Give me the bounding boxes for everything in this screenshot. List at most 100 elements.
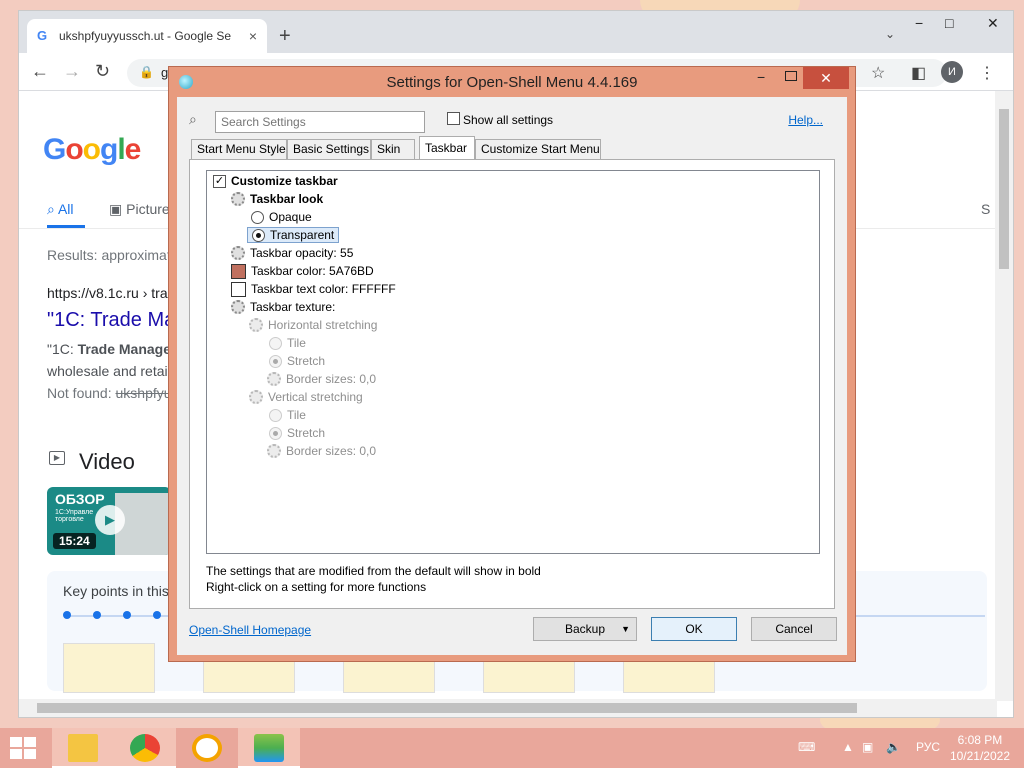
tree-row-opaque[interactable]: Opaque: [251, 208, 312, 226]
forward-arrow-icon[interactable]: →: [63, 61, 81, 82]
tree-row-horizontal-stretching[interactable]: Horizontal stretching: [249, 316, 377, 334]
tab-skin[interactable]: Skin: [371, 139, 415, 159]
profile-avatar[interactable]: И: [941, 61, 963, 83]
open-shell-homepage-link[interactable]: Open-Shell Homepage: [189, 623, 311, 637]
vertical-scroll-thumb[interactable]: [999, 109, 1009, 269]
tree-row-vertical-stretching[interactable]: Vertical stretching: [249, 388, 363, 406]
bookmark-star-icon[interactable]: ☆: [871, 63, 885, 83]
key-point-marker[interactable]: [153, 611, 161, 619]
taskbar-chrome[interactable]: [114, 728, 176, 768]
tab-taskbar[interactable]: Taskbar: [419, 136, 475, 160]
transparent-radio[interactable]: [252, 228, 265, 242]
dialog-minimize-button[interactable]: −: [757, 69, 765, 85]
h-stretch-radio[interactable]: [269, 354, 282, 368]
volume-icon[interactable]: 🔈: [886, 740, 901, 754]
video-thumb-title: ОБЗОР: [55, 491, 105, 507]
horizontal-scroll-thumb[interactable]: [37, 703, 857, 713]
tree-row-taskbar-texture[interactable]: Taskbar texture:: [231, 298, 335, 316]
dialog-titlebar[interactable]: Settings for Open-Shell Menu 4.4.169 − ✕: [169, 67, 855, 97]
v-stretch-radio[interactable]: [269, 426, 282, 440]
result-title-link[interactable]: "1C: Trade Ma: [47, 309, 175, 332]
tree-row-h-stretch[interactable]: Stretch: [269, 352, 325, 370]
tree-row-taskbar-look[interactable]: Taskbar look: [231, 190, 323, 208]
setting-gear-icon: [231, 246, 245, 260]
tree-row-taskbar-color[interactable]: Taskbar color: 5A76BD: [231, 262, 374, 280]
search-settings-input[interactable]: [215, 111, 425, 133]
google-logo[interactable]: Google: [43, 133, 141, 167]
tree-row-taskbar-opacity[interactable]: Taskbar opacity: 55: [231, 244, 353, 262]
tree-row-v-stretch[interactable]: Stretch: [269, 424, 325, 442]
page-horizontal-scrollbar[interactable]: [19, 699, 997, 717]
h-tile-radio[interactable]: [269, 336, 282, 350]
ok-button[interactable]: OK: [651, 617, 737, 641]
search-tab-pictures[interactable]: ▣ Picture: [109, 201, 170, 218]
dialog-close-button[interactable]: ✕: [803, 67, 849, 89]
dialog-maximize-button[interactable]: [785, 71, 797, 81]
key-point-thumbnail[interactable]: [63, 643, 155, 693]
dialog-body: ⌕ Show all settings Help... Start Menu S…: [177, 97, 847, 655]
tab-basic-settings[interactable]: Basic Settings: [287, 139, 371, 159]
snippet-prefix: "1C:: [47, 341, 78, 357]
tree-row-h-border-sizes[interactable]: Border sizes: 0,0: [267, 370, 376, 388]
taskbar-color-swatch[interactable]: [231, 263, 246, 279]
result-not-found: Not found: ukshpfyu: [47, 385, 172, 401]
key-points-label: Key points in this: [63, 583, 169, 599]
help-link[interactable]: Help...: [788, 113, 823, 127]
tree-row-transparent[interactable]: Transparent: [247, 226, 340, 244]
v-tile-radio[interactable]: [269, 408, 282, 422]
key-point-marker[interactable]: [63, 611, 71, 619]
h-stretch-label: Stretch: [287, 354, 326, 368]
result-snippet-line2: wholesale and retai: [47, 363, 168, 379]
tree-row-v-border-sizes[interactable]: Border sizes: 0,0: [267, 442, 376, 460]
right-click-note: Right-click on a setting for more functi…: [206, 580, 427, 594]
browser-tab[interactable]: G ukshpfyuyyussch.ut - Google Se ×: [27, 19, 267, 53]
settings-tree[interactable]: ✓ Customize taskbar Taskbar look Opaque …: [206, 170, 820, 554]
taskbar-vpn-app[interactable]: [176, 728, 238, 768]
dialog-title: Settings for Open-Shell Menu 4.4.169: [386, 74, 638, 91]
backup-button[interactable]: Backup ▼: [533, 617, 637, 641]
reload-icon[interactable]: ↻: [95, 61, 110, 82]
key-point-marker[interactable]: [123, 611, 131, 619]
back-arrow-icon[interactable]: ←: [31, 61, 49, 82]
window-minimize-button[interactable]: −: [915, 15, 923, 31]
search-tab-all[interactable]: ⌕ All: [47, 201, 74, 218]
search-tab-settings[interactable]: S: [981, 201, 990, 217]
tab-close-icon[interactable]: ×: [249, 28, 257, 44]
customize-taskbar-checkbox[interactable]: ✓: [213, 174, 226, 188]
result-url[interactable]: https://v8.1c.ru › tra: [47, 285, 168, 301]
setting-gear-icon: [231, 300, 245, 314]
opaque-radio[interactable]: [251, 210, 264, 224]
tree-row-customize-taskbar[interactable]: ✓ Customize taskbar: [213, 172, 338, 190]
video-thumbnail[interactable]: ОБЗОР 1С:Управле торговле ▶ 15:24: [47, 487, 171, 555]
taskbar-bluestacks[interactable]: [238, 728, 300, 768]
keyboard-icon[interactable]: ⌨: [798, 740, 815, 754]
taskbar-text-color-swatch[interactable]: [231, 281, 246, 297]
window-close-button[interactable]: ✕: [987, 15, 999, 32]
tree-row-v-tile[interactable]: Tile: [269, 406, 306, 424]
tree-row-taskbar-text-color[interactable]: Taskbar text color: FFFFFF: [231, 280, 396, 298]
browser-menu-icon[interactable]: ⋮: [979, 63, 995, 83]
page-vertical-scrollbar[interactable]: [995, 91, 1013, 701]
key-point-marker[interactable]: [93, 611, 101, 619]
v-border-sizes-label: Border sizes: 0,0: [286, 444, 377, 458]
taskbar-file-explorer[interactable]: [52, 728, 114, 768]
tab-search-chevron-icon[interactable]: ⌄: [885, 27, 895, 41]
show-all-settings-checkbox[interactable]: [447, 112, 460, 125]
network-icon[interactable]: ▣: [862, 740, 873, 754]
cancel-button[interactable]: Cancel: [751, 617, 837, 641]
new-tab-button[interactable]: +: [279, 25, 291, 48]
window-maximize-button[interactable]: □: [945, 15, 953, 31]
start-button-windows-icon[interactable]: [10, 737, 36, 759]
play-icon[interactable]: ▶: [95, 505, 125, 535]
side-panel-icon[interactable]: ◧: [911, 63, 926, 83]
tab-start-menu-style[interactable]: Start Menu Style: [191, 139, 287, 159]
not-found-term: ukshpfyu: [115, 385, 172, 401]
show-all-settings-label: Show all settings: [463, 113, 554, 127]
tree-row-h-tile[interactable]: Tile: [269, 334, 306, 352]
lock-icon: 🔒: [139, 65, 154, 79]
taskbar-clock[interactable]: 6:08 PM 10/21/2022: [950, 732, 1010, 764]
input-language-indicator[interactable]: РУС: [916, 740, 940, 754]
taskbar-tab-panel: ✓ Customize taskbar Taskbar look Opaque …: [189, 159, 835, 609]
show-hidden-icons-chevron-icon[interactable]: ▲: [842, 740, 854, 754]
tab-customize-start-menu[interactable]: Customize Start Menu: [475, 139, 601, 159]
